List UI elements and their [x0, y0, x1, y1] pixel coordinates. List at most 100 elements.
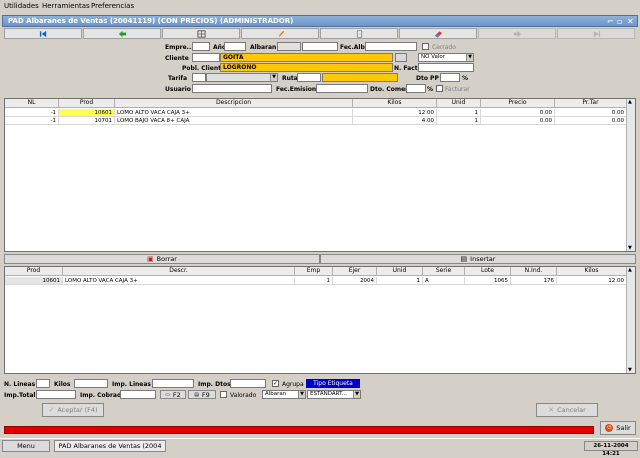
maximize-icon[interactable]: ▫ — [617, 17, 622, 26]
albaran-select[interactable]: Albaran ▼ — [262, 390, 306, 399]
task-albaranes[interactable]: PAD Albaranes de Ventas (2004 — [54, 440, 166, 452]
albaran-serie-field[interactable] — [277, 42, 301, 51]
cerrado-checkbox[interactable] — [422, 43, 429, 50]
detail-scrollbar[interactable]: ▲ ▼ — [626, 267, 635, 373]
ruta-name-field[interactable] — [322, 73, 398, 82]
cliente-search-button[interactable] — [395, 53, 407, 62]
col-descripcion[interactable]: Descripcion — [115, 99, 353, 108]
n-lineas-field[interactable] — [36, 379, 50, 388]
col-ejer[interactable]: Ejer — [333, 267, 377, 276]
cell-prtar: 0.00 — [555, 117, 627, 125]
taskbar: Menu PAD Albaranes de Ventas (2004 26-11… — [0, 438, 640, 457]
valorado-checkbox[interactable] — [220, 391, 227, 398]
col-kilos[interactable]: Kilos — [557, 267, 627, 276]
calculator-icon — [197, 29, 205, 38]
col-unid[interactable]: Unid — [437, 99, 481, 108]
imp-cobrado-field[interactable] — [120, 390, 156, 399]
scroll-up-icon[interactable]: ▲ — [628, 99, 632, 105]
col-unid[interactable]: Unid — [377, 267, 423, 276]
lines-scrollbar[interactable]: ▲ ▼ — [626, 99, 635, 251]
cell-kilos: 4.00 — [353, 117, 437, 125]
imp-dtos-field[interactable] — [230, 379, 266, 388]
cliente-name-field[interactable]: GOITA — [220, 53, 393, 62]
ruta-label: Ruta — [282, 75, 298, 82]
print-icon: ▤ — [194, 391, 199, 398]
col-prod[interactable]: Prod — [5, 267, 63, 276]
borrar-button[interactable]: ▣ Borrar — [4, 254, 320, 264]
pobl-cliente-field[interactable]: LOGROÑO — [220, 63, 393, 72]
cliente-label: Cliente — [165, 55, 189, 62]
col-nind[interactable]: N.Ind. — [511, 267, 557, 276]
usuario-field[interactable] — [192, 84, 272, 93]
close-icon[interactable]: ✕ — [627, 17, 634, 26]
estandart-select[interactable]: ESTANDART... ▼ — [307, 390, 361, 399]
col-prtar[interactable]: Pr.Tar — [555, 99, 627, 108]
f9-button[interactable]: ▤ F9 — [188, 390, 216, 399]
edit-button[interactable] — [241, 28, 319, 39]
valor-select[interactable]: NO Valor ▼ — [418, 53, 474, 62]
menu-herramientas[interactable]: Herramientas — [42, 2, 90, 10]
col-lote[interactable]: Lote — [465, 267, 511, 276]
agrupa-checkbox[interactable]: ✓ — [272, 380, 279, 387]
header-form: Empre... Año Albaran Fec.Alb Cerrado Cli… — [0, 40, 640, 96]
valorado-label: Valorado — [230, 392, 257, 399]
col-prod[interactable]: Prod — [59, 99, 115, 108]
col-precio[interactable]: Precio — [481, 99, 555, 108]
salir-button[interactable]: ⏻ Salir — [600, 421, 636, 435]
trash-icon: ▣ — [147, 255, 154, 263]
cancelar-button[interactable]: ✕ Cancelar — [536, 403, 598, 417]
imp-lineas-field[interactable] — [152, 379, 194, 388]
fec-emision-field[interactable] — [316, 84, 368, 93]
n-fact-field[interactable] — [418, 63, 474, 72]
first-record-button[interactable] — [4, 28, 82, 39]
scroll-up-icon[interactable]: ▲ — [628, 267, 632, 273]
check-icon: ✓ — [48, 406, 55, 414]
document-button[interactable] — [320, 28, 398, 39]
tarifa-select[interactable]: ▼ — [206, 73, 278, 82]
n-lineas-label: N. Lineas — [4, 381, 36, 388]
fec-alb-field[interactable] — [365, 42, 417, 51]
menu-utilidades[interactable]: Utilidades — [4, 2, 39, 10]
scroll-down-icon[interactable]: ▼ — [628, 245, 632, 251]
cell-nl: -1 — [5, 117, 59, 125]
dto-comercial-field[interactable] — [406, 84, 426, 93]
albaran-number-field[interactable] — [302, 42, 338, 51]
start-menu-button[interactable]: Menu — [2, 440, 50, 452]
exit-icon: ⏻ — [605, 424, 614, 432]
agrupa-label: Agrupa — [282, 381, 304, 388]
dto-pp-field[interactable] — [440, 73, 460, 82]
cell-emp: 1 — [295, 277, 333, 285]
back-button[interactable] — [83, 28, 161, 39]
ano-field[interactable] — [224, 42, 246, 51]
minimize-icon[interactable]: ⌐ — [607, 17, 614, 26]
cliente-code-field[interactable] — [192, 53, 220, 62]
eraser-button[interactable] — [399, 28, 477, 39]
last-record-button[interactable] — [557, 28, 635, 39]
first-icon — [39, 30, 46, 37]
dto-pp-unit: % — [462, 75, 469, 82]
ruta-code-field[interactable] — [297, 73, 321, 82]
imp-total-field[interactable] — [36, 390, 76, 399]
col-descr[interactable]: Descr. — [63, 267, 295, 276]
cell-unid: 1 — [377, 277, 423, 285]
tarifa-code-field[interactable] — [192, 73, 206, 82]
aceptar-button[interactable]: ✓ Aceptar (F4) — [42, 403, 104, 417]
scroll-down-icon[interactable]: ▼ — [628, 367, 632, 373]
next-button[interactable] — [478, 28, 556, 39]
col-nl[interactable]: NL — [5, 99, 59, 108]
cell-precio: 0.00 — [481, 109, 555, 117]
cell-ejer: 2004 — [333, 277, 377, 285]
document-icon — [356, 30, 362, 37]
fec-emision-label: Fec.Emision — [276, 86, 317, 93]
col-serie[interactable]: Serie — [423, 267, 465, 276]
calculator-button[interactable] — [162, 28, 240, 39]
empresa-field[interactable] — [192, 42, 210, 51]
facturar-checkbox[interactable] — [436, 85, 443, 92]
insertar-button[interactable]: ▤ Insertar — [320, 254, 636, 264]
f2-button[interactable]: ▭ F2 — [160, 390, 186, 399]
kilos-field[interactable] — [74, 379, 108, 388]
cell-precio: 0.00 — [481, 117, 555, 125]
col-emp[interactable]: Emp — [295, 267, 333, 276]
col-kilos[interactable]: Kilos — [353, 99, 437, 108]
menu-preferencias[interactable]: Preferencias — [91, 2, 134, 10]
